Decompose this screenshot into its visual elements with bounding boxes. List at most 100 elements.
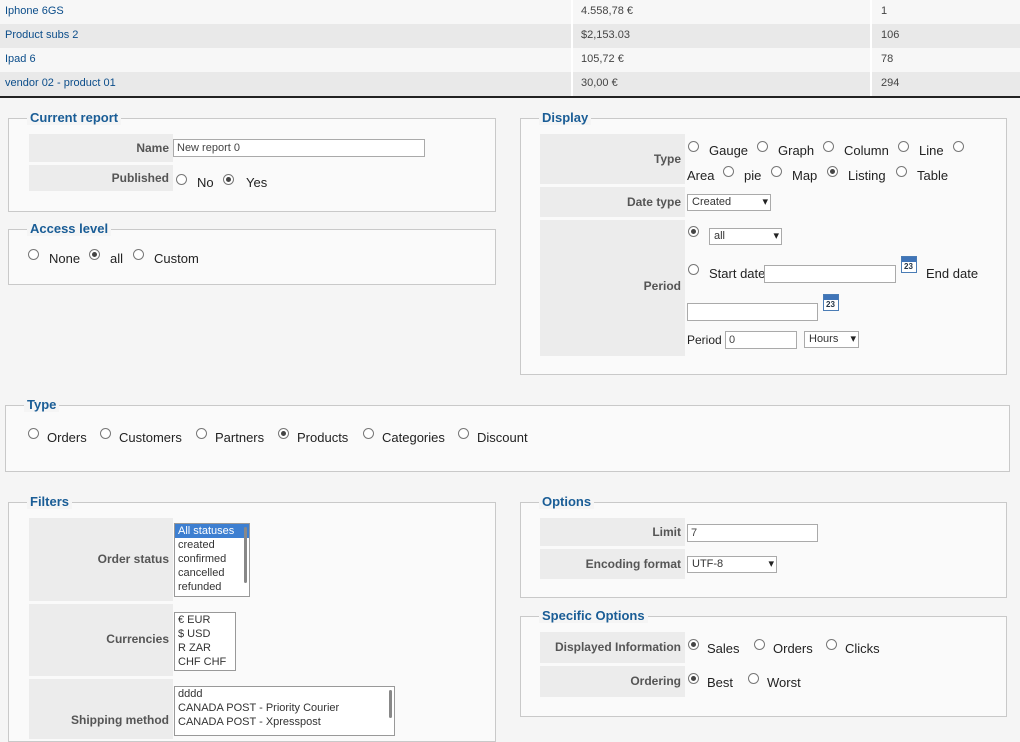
end-date-calendar-icon[interactable]: 23 [823,294,839,311]
ordering-best-radio[interactable] [688,673,699,684]
order-status-option[interactable]: cancelled [175,566,249,580]
order-status-scrollbar[interactable] [244,527,247,583]
type-table-radio[interactable] [896,166,907,177]
report-type-products-label: Products [297,430,349,445]
options-legend: Options [539,494,595,509]
period-preset-select[interactable]: all [709,228,782,245]
ordering-worst-radio[interactable] [748,673,759,684]
period-value-input[interactable]: 0 [725,331,797,349]
published-yes-label: Yes [246,175,268,190]
access-none-label: None [49,251,81,266]
type-line-radio[interactable] [898,141,909,152]
order-status-option[interactable]: created [175,538,249,552]
ordering-best-label: Best [707,675,734,690]
specific-options-legend: Specific Options [539,608,648,623]
published-no-radio[interactable] [176,174,187,185]
type-map-radio[interactable] [771,166,782,177]
period-preset-radio[interactable] [688,226,699,237]
displayed-sales-radio[interactable] [688,639,699,650]
date-type-select[interactable]: Created [687,194,771,211]
encoding-format-label: Encoding format [540,549,685,579]
period-inline-label: Period [687,333,722,347]
shipping-option[interactable]: CANADA POST - Priority Courier [175,701,394,715]
column-divider [870,0,872,96]
shipping-option[interactable]: dddd [175,687,394,701]
start-date-calendar-icon[interactable]: 23 [901,256,917,273]
type-gauge-radio[interactable] [688,141,699,152]
type-area-label: Area [687,168,715,183]
currency-option[interactable]: CHF CHF [175,655,235,669]
table-row: Ipad 6 105,72 € 78 [0,48,1020,72]
count-cell: 1 [881,5,888,17]
type-column-label: Column [844,143,889,158]
report-name-input[interactable]: New report 0 [173,139,425,157]
period-range-radio[interactable] [688,264,699,275]
column-divider [571,0,573,96]
currency-option[interactable]: R ZAR [175,641,235,655]
period-label: Period [540,220,685,356]
filters-legend: Filters [27,494,73,509]
report-type-partners-radio[interactable] [196,428,207,439]
shipping-method-listbox[interactable]: dddd CANADA POST - Priority Courier CANA… [174,686,395,736]
shipping-scrollbar[interactable] [389,690,392,718]
product-link[interactable]: vendor 02 - product 01 [5,77,116,89]
type-table-label: Table [917,168,949,183]
type-listing-radio[interactable] [827,166,838,177]
displayed-clicks-radio[interactable] [826,639,837,650]
limit-input[interactable]: 7 [687,524,818,542]
report-type-customers-label: Customers [119,430,182,445]
report-type-discount-label: Discount [477,430,528,445]
amount-cell: 4.558,78 € [581,5,633,17]
report-type-categories-label: Categories [382,430,445,445]
display-fieldset: Display Type Gauge Graph Column Line Are… [520,110,1007,375]
currencies-label: Currencies [29,604,173,676]
report-type-customers-radio[interactable] [100,428,111,439]
report-type-discount-radio[interactable] [458,428,469,439]
order-status-option[interactable]: All statuses [175,524,249,538]
table-bottom-border [0,96,1020,98]
currency-option[interactable]: $ USD [175,627,235,641]
displayed-information-label: Displayed Information [540,632,685,663]
order-status-listbox[interactable]: All statuses created confirmed cancelled… [174,523,250,597]
access-level-fieldset: Access level None all Custom [8,221,496,285]
displayed-sales-label: Sales [707,641,740,656]
product-link[interactable]: Iphone 6GS [5,5,64,17]
type-graph-radio[interactable] [757,141,768,152]
shipping-option[interactable]: CANADA POST - Xpresspost [175,715,394,729]
order-status-option[interactable]: refunded [175,580,249,594]
published-no-label: No [197,175,214,190]
product-link[interactable]: Ipad 6 [5,53,36,65]
access-custom-radio[interactable] [133,249,144,260]
type-line-label: Line [919,143,944,158]
currencies-listbox[interactable]: € EUR $ USD R ZAR CHF CHF [174,612,236,671]
shipping-method-label: Shipping method [29,679,173,739]
type-area-radio[interactable] [953,141,964,152]
report-type-partners-label: Partners [215,430,265,445]
period-unit-select[interactable]: Hours [804,331,859,348]
access-all-radio[interactable] [89,249,100,260]
report-type-products-radio[interactable] [278,428,289,439]
type-graph-label: Graph [778,143,815,158]
start-date-input[interactable] [764,265,896,283]
order-status-option[interactable]: confirmed [175,552,249,566]
report-type-orders-radio[interactable] [28,428,39,439]
currency-option[interactable]: € EUR [175,613,235,627]
access-none-radio[interactable] [28,249,39,260]
ordering-label: Ordering [540,666,685,697]
displayed-orders-radio[interactable] [754,639,765,650]
product-link[interactable]: Product subs 2 [5,29,78,41]
displayed-orders-label: Orders [773,641,813,656]
order-status-label: Order status [29,518,173,601]
encoding-format-select[interactable]: UTF-8 [687,556,777,573]
end-date-input[interactable] [687,303,818,321]
type-column-radio[interactable] [823,141,834,152]
type-map-label: Map [792,168,818,183]
options-fieldset: Options Limit 7 Encoding format UTF-8 [520,494,1007,598]
count-cell: 294 [881,77,900,89]
count-cell: 78 [881,53,894,65]
amount-cell: 30,00 € [581,77,618,89]
report-type-fieldset: Type Orders Customers Partners Products … [5,397,1010,472]
report-type-categories-radio[interactable] [363,428,374,439]
type-pie-radio[interactable] [723,166,734,177]
published-yes-radio[interactable] [223,174,234,185]
